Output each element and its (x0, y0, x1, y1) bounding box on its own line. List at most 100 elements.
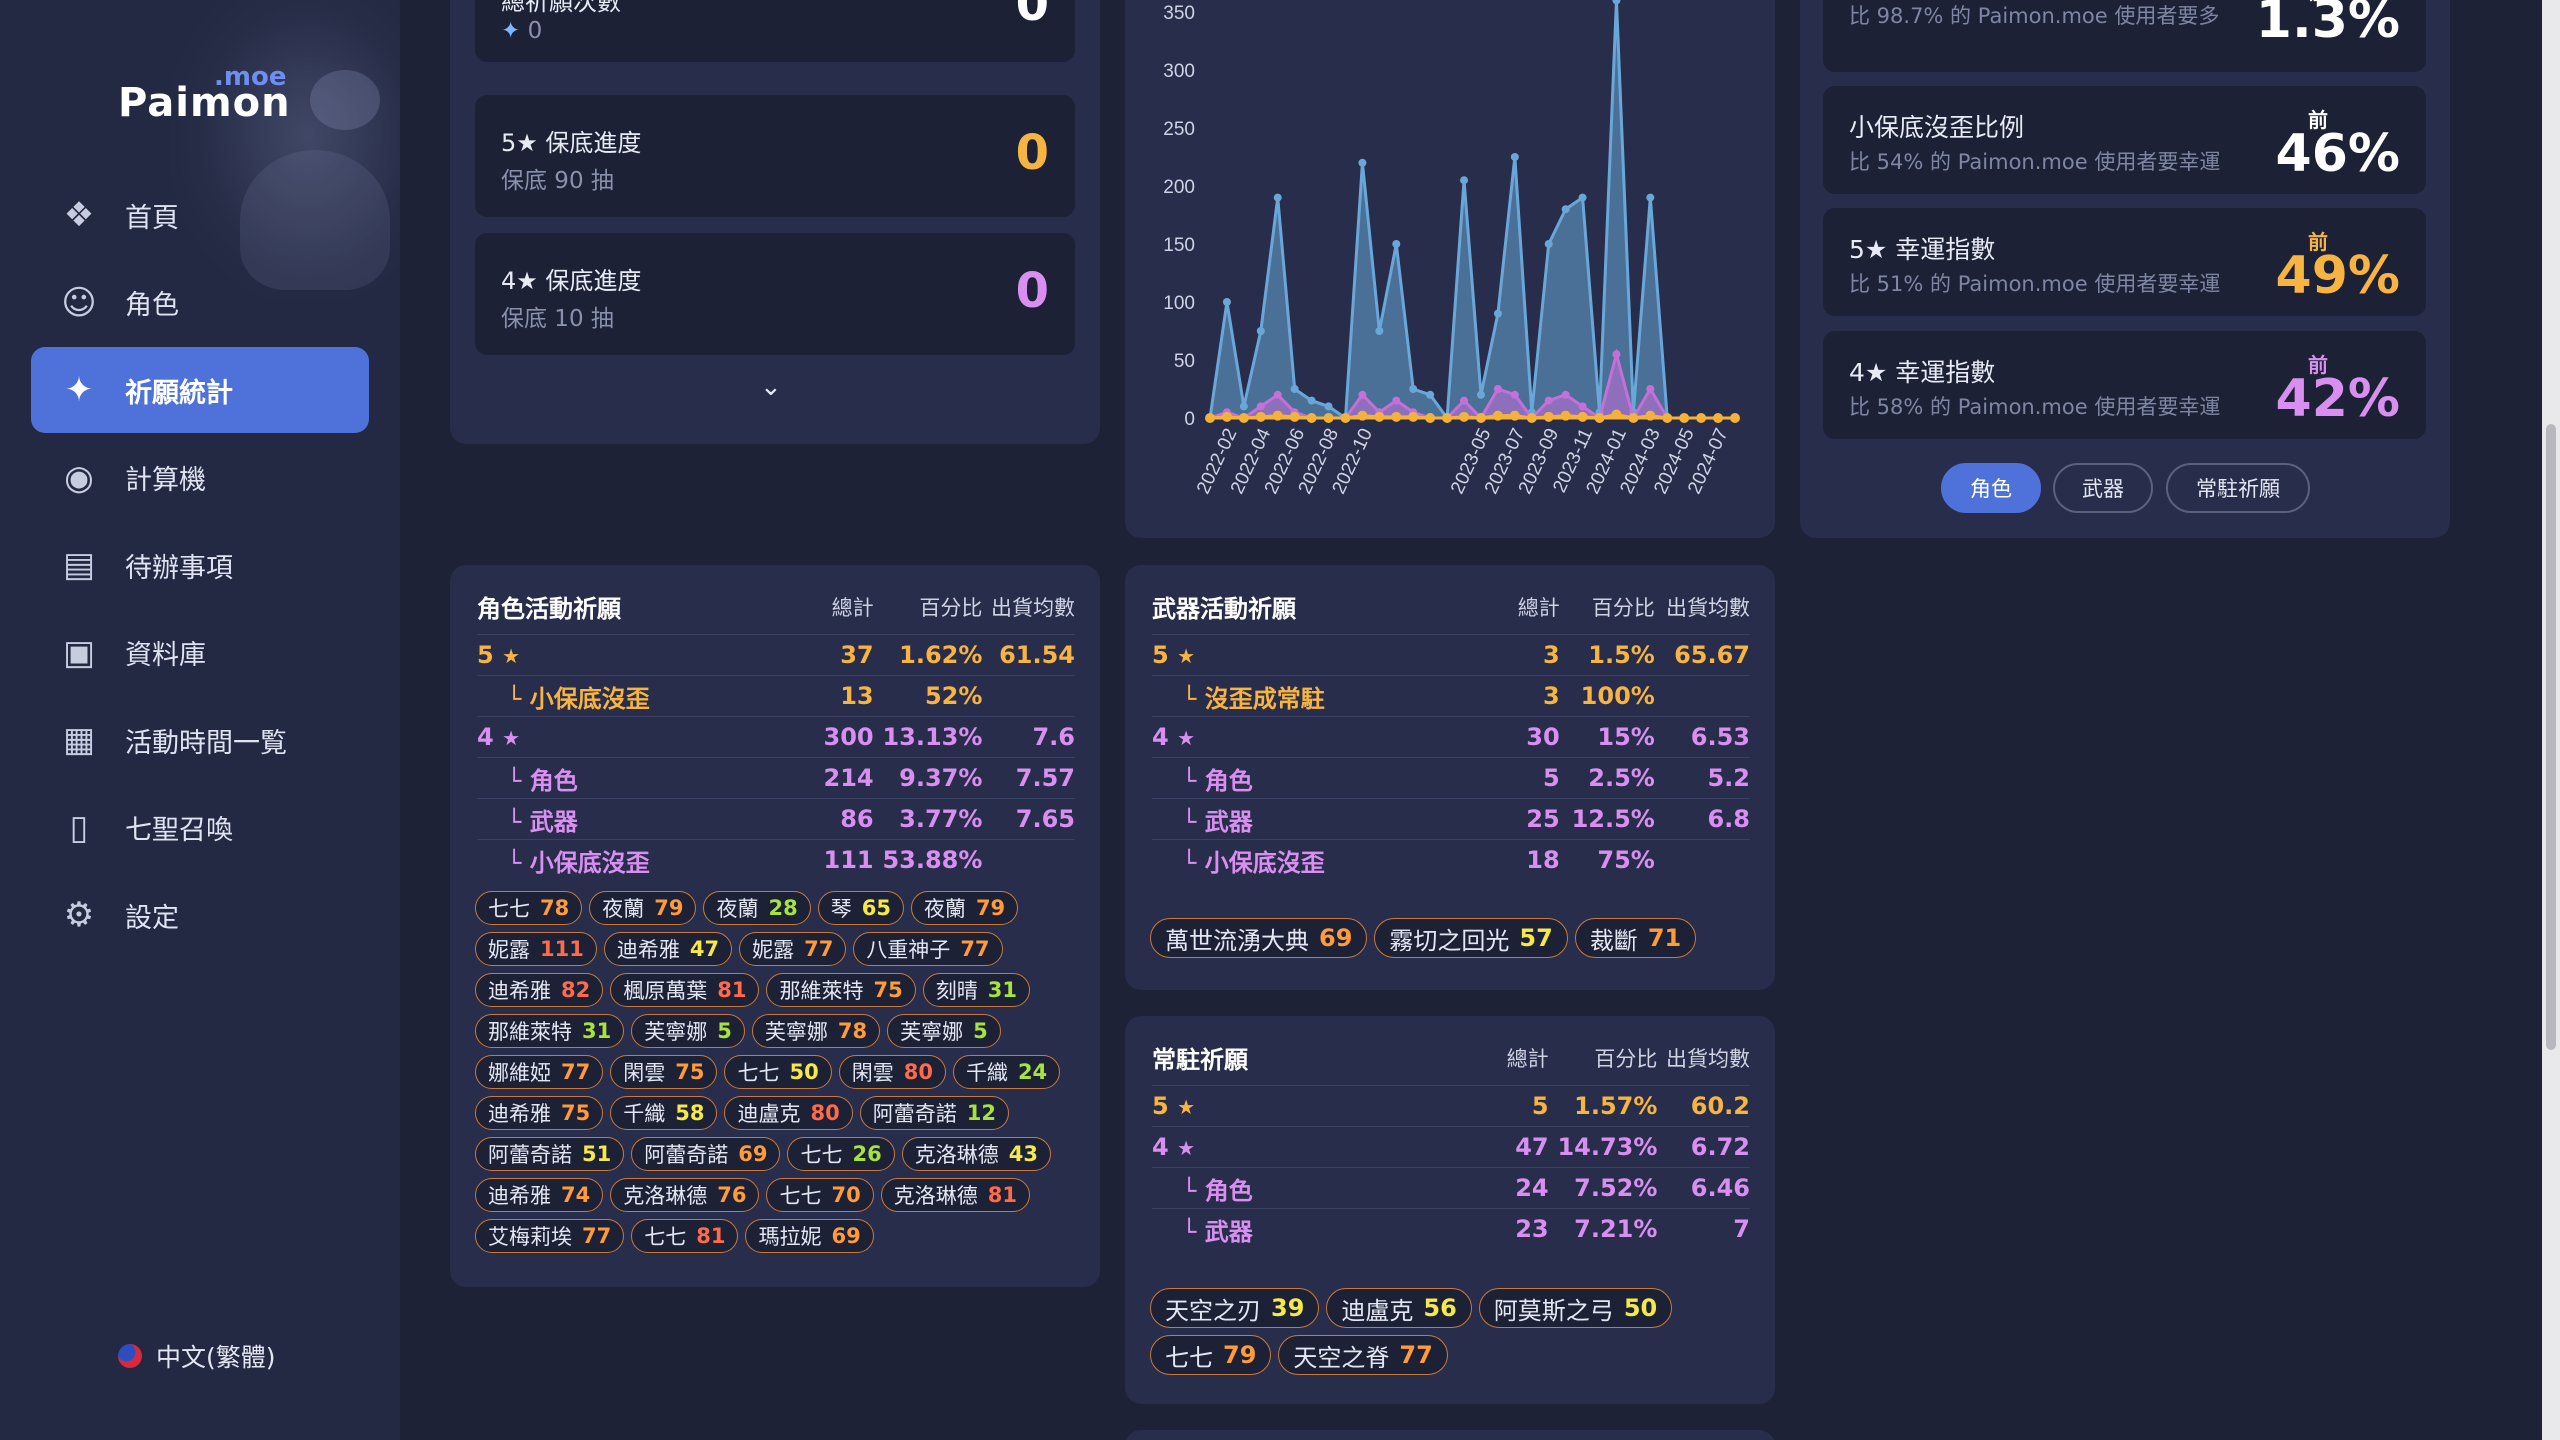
column-header: 出貨均數 (1666, 595, 1750, 620)
tab-2[interactable]: 常駐祈願 (2166, 463, 2310, 513)
column-header: 百分比 (1594, 1046, 1658, 1071)
row-label: 5 ★ (1152, 634, 1479, 676)
data-point[interactable] (1256, 327, 1265, 335)
data-point[interactable] (1358, 158, 1367, 167)
data-point[interactable] (1646, 385, 1655, 393)
pull-chip: 芙寧娜 5 (631, 1014, 745, 1048)
row-label-text: └ 角色 (1182, 1176, 1253, 1205)
data-point[interactable] (1544, 240, 1553, 248)
data-point[interactable] (1426, 390, 1435, 399)
data-point[interactable] (1612, 0, 1621, 5)
pull-chip: 天空之刃 39 (1150, 1288, 1320, 1328)
row-average: 7.57 (982, 757, 1075, 799)
data-point[interactable] (1544, 396, 1553, 405)
data-point[interactable] (1612, 350, 1621, 359)
data-point[interactable] (1239, 402, 1248, 411)
scrollbar-thumb[interactable] (2546, 424, 2556, 1050)
expand-chevron-icon[interactable]: ⌄ (760, 372, 782, 402)
sidebar-nav: ❖ 首頁 ☺ 角色 ✦ 祈願統計 ◉ 計算機 ▤ 待辦事項 ▣ 資料庫 ▦ 活動時間一覧 ▯ 七聖召喚 ⚙ 設定 (31, 172, 369, 960)
pity4-title: 4★ 保底進度 (501, 267, 642, 295)
data-point[interactable] (1256, 402, 1265, 411)
next-panel (1125, 1430, 1775, 1440)
data-point[interactable] (1578, 193, 1587, 202)
row-total: 13 (794, 675, 874, 717)
data-point[interactable] (1290, 385, 1299, 393)
chip-name: 萬世流湧大典 (1165, 926, 1309, 955)
data-point[interactable] (1561, 390, 1570, 399)
sidebar-item-6[interactable]: ▦ 活動時間一覧 (31, 697, 369, 783)
rank-subtitle: 比 58% 的 Paimon.moe 使用者要幸運 (1849, 395, 2221, 419)
home-icon: ❖ (63, 195, 95, 235)
chip-pity: 51 (582, 1142, 612, 1166)
data-point[interactable] (1324, 402, 1333, 411)
sidebar-item-7[interactable]: ▯ 七聖召喚 (31, 785, 369, 871)
chip-name: 芙寧娜 (644, 1020, 708, 1044)
data-point[interactable] (1561, 205, 1570, 214)
row-average: 6.72 (1657, 1126, 1750, 1168)
pull-chip: 七七 26 (787, 1137, 895, 1171)
chip-name: 阿蕾奇諾 (872, 1102, 957, 1126)
chip-name: 千織 (965, 1061, 1008, 1085)
sidebar-item-1[interactable]: ☺ 角色 (31, 260, 369, 346)
row-average: 6.8 (1654, 798, 1750, 840)
data-point[interactable] (1460, 176, 1469, 185)
data-point[interactable] (1510, 390, 1519, 399)
total-wishes-sub: ✦ 0 (501, 18, 542, 44)
chip-name: 艾梅莉埃 (488, 1225, 572, 1249)
sidebar-item-8[interactable]: ⚙ 設定 (31, 872, 369, 958)
chip-pity: 50 (789, 1060, 819, 1084)
pull-chip: 娜維婭 77 (475, 1055, 604, 1089)
data-point[interactable] (1273, 390, 1282, 399)
chip-pity: 111 (540, 937, 584, 961)
data-point[interactable] (1375, 327, 1384, 335)
row-percent: 7.52% (1548, 1167, 1658, 1209)
data-point[interactable] (1476, 390, 1485, 399)
rank-subtitle: 比 98.7% 的 Paimon.moe 使用者要多 (1849, 4, 2220, 28)
rank-card-3: 4★ 幸運指數比 58% 的 Paimon.moe 使用者要幸運前 42% (1823, 331, 2426, 439)
chip-pity: 80 (903, 1060, 933, 1084)
tab-1[interactable]: 武器 (2053, 463, 2153, 513)
total-wishes-value: 0 (1015, 0, 1049, 32)
chip-name: 阿蕾奇諾 (488, 1143, 572, 1167)
sidebar-item-4[interactable]: ▤ 待辦事項 (31, 522, 369, 608)
data-point[interactable] (1307, 396, 1316, 405)
scrollbar[interactable] (2542, 0, 2560, 1440)
data-point[interactable] (1392, 240, 1401, 248)
data-point[interactable] (1493, 309, 1502, 318)
pull-chip: 妮露 111 (475, 932, 597, 966)
series-area-0 (1210, 0, 1735, 419)
chip-name: 閑雲 (623, 1061, 666, 1085)
row-average: 65.67 (1654, 634, 1750, 676)
data-point[interactable] (1646, 193, 1655, 202)
column-header: 百分比 (919, 595, 983, 620)
data-point[interactable] (1510, 153, 1519, 161)
data-point[interactable] (1358, 390, 1367, 399)
sidebar-item-2[interactable]: ✦ 祈願統計 (31, 347, 369, 433)
tab-0[interactable]: 角色 (1941, 463, 2041, 513)
total-wishes-sub-value: 0 (527, 18, 543, 44)
flag-icon (118, 1344, 142, 1368)
data-point[interactable] (1578, 402, 1587, 411)
data-point[interactable] (1460, 396, 1469, 405)
sidebar-item-3[interactable]: ◉ 計算機 (31, 435, 369, 521)
language-selector[interactable]: 中文(繁體) (118, 1338, 276, 1374)
data-point[interactable] (1222, 298, 1231, 306)
chip-pity: 5 (973, 1019, 988, 1043)
table-title: 武器活動祈願 (1152, 595, 1296, 623)
data-point[interactable] (1273, 193, 1282, 202)
chip-pity: 82 (561, 978, 591, 1002)
pull-chip: 萬世流湧大典 69 (1150, 918, 1368, 958)
pity5-value: 0 (1015, 125, 1049, 181)
row-label: └ 小保底沒歪 (477, 839, 795, 881)
sidebar-item-label: 計算機 (125, 465, 206, 496)
data-point[interactable] (1409, 385, 1418, 393)
chip-pity: 74 (561, 1183, 591, 1207)
sidebar-item-5[interactable]: ▣ 資料庫 (31, 610, 369, 696)
row-label: └ 小保底沒歪 (477, 675, 795, 717)
row-percent: 3.77% (873, 798, 983, 840)
data-point[interactable] (1493, 385, 1502, 393)
row-label-text: 5 (1152, 641, 1169, 669)
data-point[interactable] (1392, 396, 1401, 405)
rank-subtitle: 比 51% 的 Paimon.moe 使用者要幸運 (1849, 272, 2221, 296)
sidebar-item-0[interactable]: ❖ 首頁 (31, 172, 369, 258)
